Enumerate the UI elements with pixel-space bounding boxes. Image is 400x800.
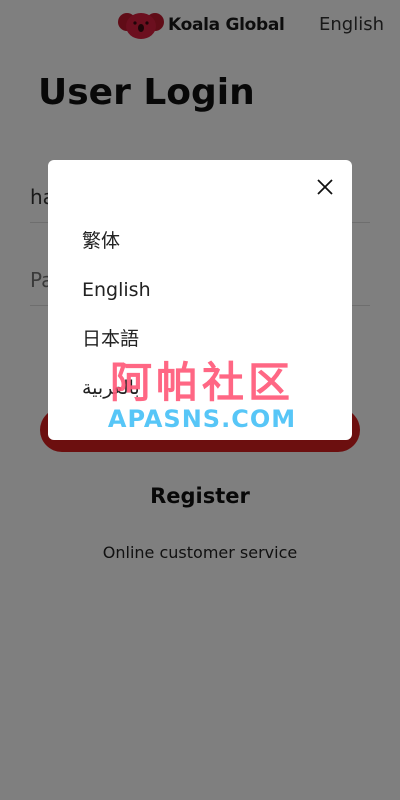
language-modal: 繁体 English 日本語 بالعربية bbox=[48, 160, 352, 440]
language-list: 繁体 English 日本語 بالعربية bbox=[82, 226, 151, 422]
language-option-traditional-chinese[interactable]: 繁体 bbox=[82, 226, 151, 275]
close-icon[interactable] bbox=[316, 178, 334, 196]
language-option-arabic[interactable]: بالعربية bbox=[82, 373, 151, 422]
language-option-japanese[interactable]: 日本語 bbox=[82, 324, 151, 373]
language-option-english[interactable]: English bbox=[82, 275, 151, 324]
